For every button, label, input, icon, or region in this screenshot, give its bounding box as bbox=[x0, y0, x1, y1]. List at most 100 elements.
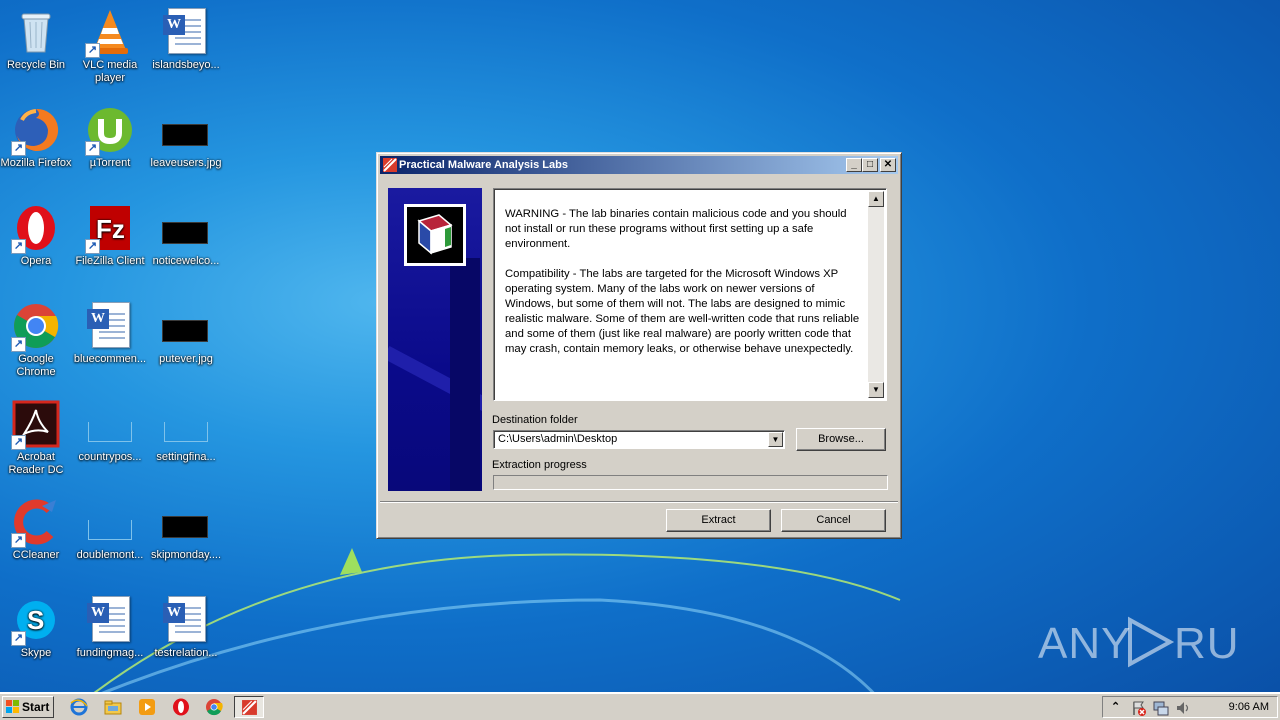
windows-logo-icon bbox=[6, 700, 19, 713]
desktop-icon-acrobat[interactable]: ↗ Acrobat Reader DC bbox=[0, 396, 74, 488]
start-button[interactable]: Start bbox=[2, 696, 54, 718]
icon-label: FileZilla Client bbox=[75, 255, 145, 267]
desktop-icon-skipmonday[interactable]: skipmonday.... bbox=[148, 494, 224, 586]
desktop-icon-bluecommen[interactable]: W bluecommen... bbox=[72, 298, 148, 390]
word-document-icon: W bbox=[163, 8, 206, 54]
warning-paragraph: WARNING - The lab binaries contain malic… bbox=[505, 208, 847, 250]
desktop-icon-opera[interactable]: ↗ Opera bbox=[0, 200, 74, 292]
icon-label: countrypos... bbox=[78, 451, 142, 463]
word-document-icon: W bbox=[87, 596, 130, 642]
cancel-button[interactable]: Cancel bbox=[781, 509, 886, 532]
icon-label: islandsbeyo... bbox=[152, 59, 220, 71]
scroll-down-icon[interactable]: ▼ bbox=[868, 382, 884, 398]
icon-label: putever.jpg bbox=[159, 353, 213, 365]
desktop-icon-putever[interactable]: putever.jpg bbox=[148, 298, 224, 390]
scroll-up-icon[interactable]: ▲ bbox=[868, 191, 884, 207]
desktop-icon-filezilla[interactable]: Fz ↗ FileZilla Client bbox=[72, 200, 148, 292]
explorer-icon[interactable] bbox=[104, 698, 122, 716]
volume-icon[interactable] bbox=[1175, 700, 1191, 716]
license-text-area[interactable]: WARNING - The lab binaries contain malic… bbox=[493, 188, 887, 401]
desktop-icon-testrelation[interactable]: W testrelation... bbox=[148, 592, 224, 684]
shortcut-arrow-icon: ↗ bbox=[85, 239, 100, 254]
icon-label: Google Chrome bbox=[16, 353, 56, 378]
shortcut-arrow-icon: ↗ bbox=[11, 533, 26, 548]
desktop-icon-settingfina[interactable]: settingfina... bbox=[148, 396, 224, 488]
dialog-titlebar[interactable]: Practical Malware Analysis Labs _ □ ✕ bbox=[380, 156, 898, 174]
desktop-icon-vlc[interactable]: ↗ VLC media player bbox=[72, 4, 148, 96]
icon-label: skipmonday.... bbox=[150, 549, 222, 561]
extract-button[interactable]: Extract bbox=[666, 509, 771, 532]
icon-label: Opera bbox=[20, 255, 52, 267]
icon-label: testrelation... bbox=[154, 647, 218, 659]
opera-icon[interactable] bbox=[172, 698, 190, 716]
taskbar: Start ⌃ 9:06 AM bbox=[0, 692, 1280, 720]
extraction-progress-label: Extraction progress bbox=[492, 459, 587, 471]
image-thumbnail-icon bbox=[162, 222, 208, 244]
word-document-icon: W bbox=[87, 302, 130, 348]
icon-label: Acrobat Reader DC bbox=[8, 451, 64, 476]
extraction-progress-bar bbox=[493, 475, 888, 490]
desktop-icon-skype[interactable]: S ↗ Skype bbox=[0, 592, 74, 684]
desktop-icon-islandsbeyo[interactable]: W islandsbeyo... bbox=[148, 4, 224, 96]
taskbar-window-malware-labs[interactable] bbox=[234, 696, 264, 718]
icon-label: settingfina... bbox=[156, 451, 216, 463]
anyrun-logo-icon: ANY RUN bbox=[1038, 616, 1238, 668]
box-logo-icon bbox=[404, 204, 466, 266]
icon-label: doublemont... bbox=[76, 549, 144, 561]
shortcut-arrow-icon: ↗ bbox=[85, 141, 100, 156]
destination-folder-value: C:\Users\admin\Desktop bbox=[498, 433, 618, 445]
image-thumbnail-icon bbox=[162, 320, 208, 342]
clock[interactable]: 9:06 AM bbox=[1229, 697, 1269, 717]
recycle-bin-icon bbox=[21, 13, 51, 53]
icon-label: leaveusers.jpg bbox=[150, 157, 222, 169]
close-button[interactable]: ✕ bbox=[880, 158, 896, 172]
desktop-icon-fundingmag[interactable]: W fundingmag... bbox=[72, 592, 148, 684]
maximize-button[interactable]: □ bbox=[862, 158, 878, 172]
destination-folder-label: Destination folder bbox=[492, 414, 578, 426]
internet-explorer-icon[interactable] bbox=[70, 698, 88, 716]
extraction-dialog: Practical Malware Analysis Labs _ □ ✕ WA… bbox=[376, 152, 902, 539]
dialog-title: Practical Malware Analysis Labs bbox=[399, 159, 568, 171]
icon-label: Mozilla Firefox bbox=[0, 157, 72, 169]
desktop-icon-recycle-bin[interactable]: Recycle Bin bbox=[0, 4, 74, 96]
word-document-icon: W bbox=[163, 596, 206, 642]
desktop-icon-leaveusers[interactable]: leaveusers.jpg bbox=[148, 102, 224, 194]
action-center-flag-icon[interactable] bbox=[1131, 700, 1147, 716]
desktop-icon-countrypos[interactable]: countrypos... bbox=[72, 396, 148, 488]
icon-label: Recycle Bin bbox=[6, 59, 66, 71]
svg-text:RUN: RUN bbox=[1174, 619, 1238, 668]
shortcut-arrow-icon: ↗ bbox=[11, 141, 26, 156]
svg-text:S: S bbox=[27, 605, 44, 635]
desktop-icon-noticewelco[interactable]: noticewelco... bbox=[148, 200, 224, 292]
app-icon bbox=[383, 158, 397, 172]
icon-label: bluecommen... bbox=[73, 353, 147, 365]
icon-label: Skype bbox=[20, 647, 52, 659]
icon-label: CCleaner bbox=[12, 549, 60, 561]
dropdown-arrow-icon[interactable]: ▼ bbox=[768, 432, 783, 447]
vertical-scrollbar[interactable]: ▲ ▼ bbox=[868, 191, 884, 398]
shortcut-arrow-icon: ↗ bbox=[85, 43, 100, 58]
desktop-icon-ccleaner[interactable]: ↗ CCleaner bbox=[0, 494, 74, 586]
destination-folder-combobox[interactable]: C:\Users\admin\Desktop ▼ bbox=[493, 430, 785, 449]
file-thumbnail-icon bbox=[88, 422, 132, 442]
media-player-icon[interactable] bbox=[138, 698, 156, 716]
chrome-icon[interactable] bbox=[205, 698, 223, 716]
svg-text:Fz: Fz bbox=[96, 214, 125, 244]
icon-label: µTorrent bbox=[89, 157, 131, 169]
desktop-icon-chrome[interactable]: ↗ Google Chrome bbox=[0, 298, 74, 390]
network-icon[interactable] bbox=[1153, 700, 1169, 716]
desktop-icon-firefox[interactable]: ↗ Mozilla Firefox bbox=[0, 102, 74, 194]
shortcut-arrow-icon: ↗ bbox=[11, 631, 26, 646]
file-thumbnail-icon bbox=[164, 422, 208, 442]
file-thumbnail-icon bbox=[88, 520, 132, 540]
browse-button[interactable]: Browse... bbox=[796, 428, 886, 451]
image-thumbnail-icon bbox=[162, 516, 208, 538]
start-label: Start bbox=[22, 700, 50, 714]
desktop-icon-doublemont[interactable]: doublemont... bbox=[72, 494, 148, 586]
svg-text:ANY: ANY bbox=[1038, 619, 1131, 668]
minimize-button[interactable]: _ bbox=[846, 158, 862, 172]
desktop-icon-utorrent[interactable]: ↗ µTorrent bbox=[72, 102, 148, 194]
compatibility-paragraph: Compatibility - The labs are targeted fo… bbox=[505, 268, 860, 355]
show-hidden-icons-icon[interactable]: ⌃ bbox=[1111, 700, 1120, 713]
system-tray: ⌃ 9:06 AM bbox=[1102, 696, 1278, 718]
